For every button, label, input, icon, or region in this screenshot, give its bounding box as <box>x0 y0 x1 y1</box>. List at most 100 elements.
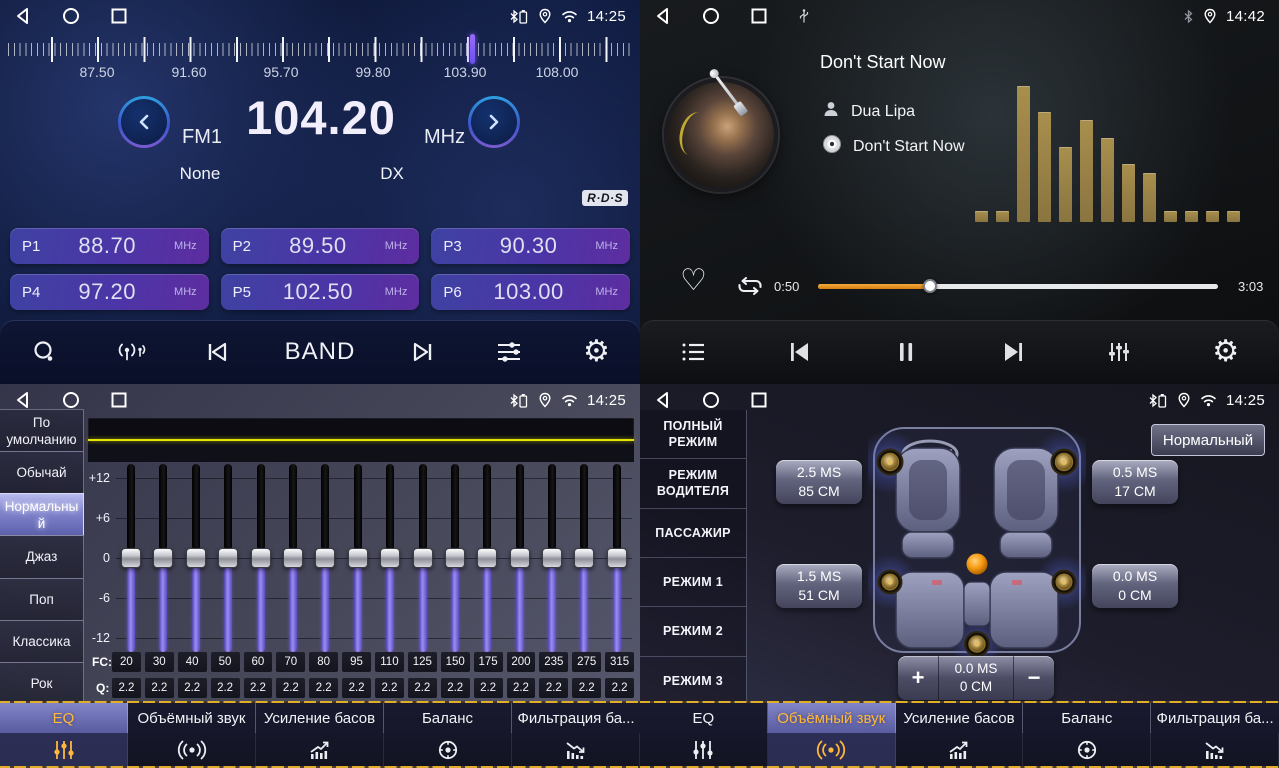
fc-value-box[interactable]: 50 <box>211 652 240 672</box>
fc-value-box[interactable]: 60 <box>244 652 273 672</box>
seek-bar-thumb[interactable] <box>923 279 937 293</box>
nav-home-icon[interactable] <box>62 7 80 25</box>
fc-value-box[interactable]: 315 <box>605 652 634 672</box>
eq-band-slider[interactable] <box>573 464 595 652</box>
q-value-box[interactable]: 2.2 <box>178 678 207 698</box>
surround-mode-item[interactable]: РЕЖИМ 1 <box>640 558 746 607</box>
eq-preset-item[interactable]: Нормальный <box>0 493 84 536</box>
eq-band-slider[interactable] <box>282 464 304 652</box>
eq-band-slider[interactable] <box>379 464 401 652</box>
frequency-ruler[interactable] <box>8 36 632 62</box>
slider-thumb[interactable] <box>477 548 497 568</box>
surround-preset-button[interactable]: Нормальный <box>1151 424 1265 456</box>
eq-band-slider[interactable] <box>217 464 239 652</box>
q-value-box[interactable]: 2.2 <box>474 678 503 698</box>
eq-band-slider[interactable] <box>250 464 272 652</box>
tab-bass-boost[interactable]: Усиление басов <box>896 703 1024 766</box>
fc-value-box[interactable]: 95 <box>342 652 371 672</box>
fc-value-box[interactable]: 80 <box>309 652 338 672</box>
fc-value-box[interactable]: 30 <box>145 652 174 672</box>
q-value-box[interactable]: 2.2 <box>145 678 174 698</box>
q-value-box[interactable]: 2.2 <box>244 678 273 698</box>
fc-value-box[interactable]: 275 <box>572 652 601 672</box>
eq-preset-item[interactable]: Джаз <box>0 535 84 578</box>
fc-value-box[interactable]: 70 <box>276 652 305 672</box>
settings-gear-icon[interactable]: ⚙ <box>1206 337 1246 367</box>
fc-value-box[interactable]: 200 <box>507 652 536 672</box>
tab-filter[interactable]: Фильтрация ба... <box>1151 703 1279 766</box>
radio-preset-p3[interactable]: P390.30MHz <box>431 228 630 264</box>
favorite-heart-icon[interactable]: ♡ <box>680 266 707 296</box>
eq-band-slider[interactable] <box>314 464 336 652</box>
next-station-icon[interactable] <box>402 341 442 363</box>
delay-front-left-button[interactable]: 2.5 MS 85 CM <box>776 460 862 504</box>
slider-thumb[interactable] <box>218 548 238 568</box>
nav-back-icon[interactable] <box>654 7 672 25</box>
delay-rear-left-button[interactable]: 1.5 MS 51 CM <box>776 564 862 608</box>
fc-value-box[interactable]: 235 <box>539 652 568 672</box>
q-value-box[interactable]: 2.2 <box>408 678 437 698</box>
nav-home-icon[interactable] <box>702 7 720 25</box>
increase-delay-button[interactable]: + <box>898 656 938 700</box>
nav-home-icon[interactable] <box>702 391 720 409</box>
broadcast-icon[interactable] <box>111 340 151 364</box>
slider-thumb[interactable] <box>186 548 206 568</box>
slider-thumb[interactable] <box>251 548 271 568</box>
album-art[interactable] <box>664 78 778 192</box>
nav-recent-icon[interactable] <box>110 7 128 25</box>
tab-surround[interactable]: Объёмный звук <box>128 703 256 766</box>
tab-eq-sliders[interactable]: EQ <box>0 703 128 766</box>
previous-track-icon[interactable] <box>780 340 820 364</box>
nav-recent-icon[interactable] <box>750 391 768 409</box>
q-value-box[interactable]: 2.2 <box>507 678 536 698</box>
nav-recent-icon[interactable] <box>750 7 768 25</box>
q-value-box[interactable]: 2.2 <box>441 678 470 698</box>
q-value-box[interactable]: 2.2 <box>342 678 371 698</box>
tab-surround[interactable]: Объёмный звук <box>768 703 896 766</box>
tune-down-button[interactable] <box>118 96 170 148</box>
surround-mode-item[interactable]: РЕЖИМ 2 <box>640 607 746 656</box>
surround-mode-item[interactable]: ПОЛНЫЙ РЕЖИМ <box>640 410 746 459</box>
q-value-box[interactable]: 2.2 <box>375 678 404 698</box>
pause-icon[interactable] <box>886 340 926 364</box>
tuning-indicator[interactable] <box>470 34 475 64</box>
tune-up-button[interactable] <box>468 96 520 148</box>
slider-thumb[interactable] <box>153 548 173 568</box>
fc-value-box[interactable]: 20 <box>112 652 141 672</box>
audio-settings-sliders-icon[interactable] <box>489 340 529 364</box>
decrease-delay-button[interactable]: − <box>1014 656 1054 700</box>
slider-thumb[interactable] <box>315 548 335 568</box>
nav-back-icon[interactable] <box>14 391 32 409</box>
tab-balance[interactable]: Баланс <box>384 703 512 766</box>
fc-value-box[interactable]: 40 <box>178 652 207 672</box>
slider-thumb[interactable] <box>510 548 530 568</box>
eq-band-slider[interactable] <box>347 464 369 652</box>
eq-band-slider[interactable] <box>412 464 434 652</box>
playlist-icon[interactable] <box>673 340 713 364</box>
eq-band-slider[interactable] <box>509 464 531 652</box>
tab-filter[interactable]: Фильтрация ба... <box>512 703 640 766</box>
q-value-box[interactable]: 2.2 <box>572 678 601 698</box>
slider-thumb[interactable] <box>380 548 400 568</box>
radio-preset-p6[interactable]: P6103.00MHz <box>431 274 630 310</box>
eq-band-slider[interactable] <box>541 464 563 652</box>
q-value-box[interactable]: 2.2 <box>112 678 141 698</box>
slider-thumb[interactable] <box>413 548 433 568</box>
q-value-box[interactable]: 2.2 <box>276 678 305 698</box>
q-value-box[interactable]: 2.2 <box>539 678 568 698</box>
slider-thumb[interactable] <box>348 548 368 568</box>
slider-thumb[interactable] <box>542 548 562 568</box>
fc-value-box[interactable]: 175 <box>474 652 503 672</box>
next-track-icon[interactable] <box>993 340 1033 364</box>
seek-bar[interactable] <box>818 284 1218 289</box>
tab-balance[interactable]: Баланс <box>1023 703 1151 766</box>
eq-preset-item[interactable]: Обычай <box>0 451 84 494</box>
eq-preset-item[interactable]: Рок <box>0 662 84 705</box>
scan-icon[interactable] <box>24 340 64 364</box>
tab-bass-boost[interactable]: Усиление басов <box>256 703 384 766</box>
q-value-box[interactable]: 2.2 <box>605 678 634 698</box>
tab-eq-sliders[interactable]: EQ <box>640 703 768 766</box>
nav-back-icon[interactable] <box>14 7 32 25</box>
radio-preset-p1[interactable]: P188.70MHz <box>10 228 209 264</box>
nav-recent-icon[interactable] <box>110 391 128 409</box>
